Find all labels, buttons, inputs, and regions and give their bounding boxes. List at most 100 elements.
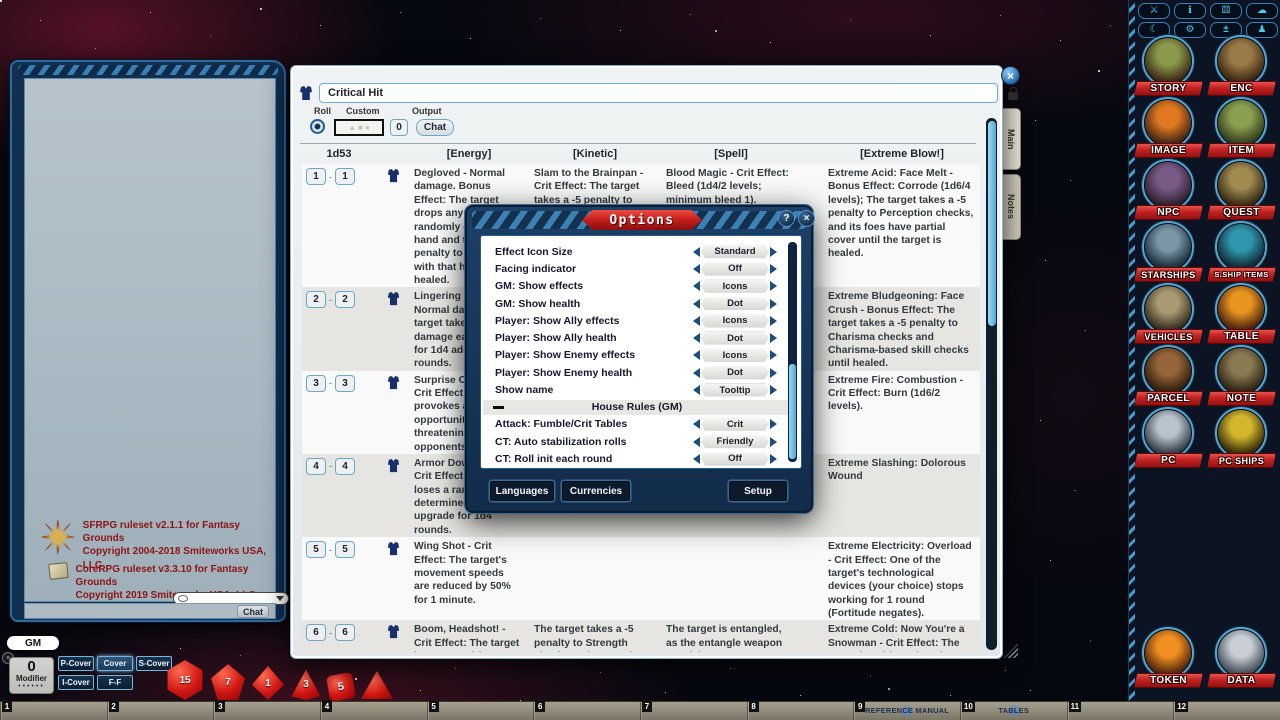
hotkey-slot-11[interactable]: 11 (1067, 702, 1174, 720)
close-icon[interactable]: × (1001, 66, 1020, 85)
sidebar-button-table[interactable]: TABLE (1205, 283, 1278, 345)
cycler-right-arrow-icon[interactable] (770, 454, 777, 464)
sidebar-button-pc-ships[interactable]: PC SHIPS (1205, 407, 1278, 469)
table-row-link-icon[interactable] (386, 541, 401, 556)
help-icon[interactable]: ? (778, 210, 795, 227)
cycler-right-arrow-icon[interactable] (770, 316, 777, 326)
cycler-right-arrow-icon[interactable] (770, 368, 777, 378)
table-row-link-icon[interactable] (386, 458, 401, 473)
option-cycler[interactable]: Standard (693, 245, 777, 258)
chat-entry-strip[interactable]: Chat (24, 603, 276, 619)
p-cover-button[interactable]: P-Cover (58, 656, 94, 671)
cycler-left-arrow-icon[interactable] (693, 385, 700, 395)
sidebar-button-data[interactable]: DATA (1205, 627, 1278, 689)
i-cover-button[interactable]: I-Cover (58, 675, 94, 690)
scrollbar-thumb[interactable] (789, 364, 796, 459)
dice-tower-button[interactable]: ⚄ (1210, 3, 1242, 19)
cycler-left-arrow-icon[interactable] (693, 264, 700, 274)
cycler-left-arrow-icon[interactable] (693, 247, 700, 257)
range-from[interactable]: 4 (306, 458, 326, 475)
table-scrollbar[interactable] (986, 118, 997, 650)
hotkey-slot-3[interactable]: 3 (213, 702, 320, 720)
tab-main[interactable]: Main (1002, 108, 1021, 170)
cycler-left-arrow-icon[interactable] (693, 350, 700, 360)
table-title-field[interactable]: Critical Hit (319, 83, 998, 103)
f-f-button[interactable]: F-F (97, 675, 133, 690)
lock-icon[interactable] (1008, 92, 1018, 100)
option-cycler[interactable]: Icons (693, 349, 777, 362)
cycler-right-arrow-icon[interactable] (770, 333, 777, 343)
range-from[interactable]: 6 (306, 624, 326, 641)
option-cycler[interactable]: Off (693, 262, 777, 275)
option-cycler[interactable]: Tooltip (693, 384, 777, 397)
range-from[interactable]: 5 (306, 541, 326, 558)
languages-button[interactable]: Languages (490, 481, 554, 501)
chat-log[interactable]: SFRPG ruleset v2.1.1 for Fantasy Grounds… (24, 78, 276, 602)
sidebar-button-s-ship-items[interactable]: S.SHIP ITEMS (1205, 221, 1278, 283)
sidebar-button-image[interactable]: IMAGE (1132, 97, 1205, 159)
d6-die[interactable]: 5 (328, 674, 354, 700)
cycler-left-arrow-icon[interactable] (693, 419, 700, 429)
custom-dice-slots[interactable]: ▲■● (334, 119, 384, 136)
cycler-right-arrow-icon[interactable] (770, 264, 777, 274)
d20-die[interactable]: 15 (166, 660, 204, 700)
custom-modifier-field[interactable]: 0 (390, 119, 408, 136)
option-cycler[interactable]: Dot (693, 332, 777, 345)
cycler-left-arrow-icon[interactable] (693, 299, 700, 309)
cycler-right-arrow-icon[interactable] (770, 299, 777, 309)
cycler-right-arrow-icon[interactable] (770, 247, 777, 257)
hotkey-slot-12[interactable]: 12 (1173, 702, 1280, 720)
hotkey-slot-10[interactable]: 10 TABLES (960, 702, 1067, 720)
d10-die[interactable]: 1 (252, 666, 284, 700)
range-to[interactable]: 5 (335, 541, 355, 558)
sidebar-button-parcel[interactable]: PARCEL (1132, 345, 1205, 407)
sidebar-button-npc[interactable]: NPC (1132, 159, 1205, 221)
sidebar-button-enc[interactable]: ENC (1205, 35, 1278, 97)
range-from[interactable]: 3 (306, 375, 326, 392)
hotkey-slot-9[interactable]: 9 REFERENCE MANUAL (853, 702, 960, 720)
cycler-right-arrow-icon[interactable] (770, 419, 777, 429)
range-to[interactable]: 6 (335, 624, 355, 641)
d4-die[interactable] (361, 671, 393, 700)
table-row-link-icon[interactable] (386, 624, 401, 639)
hotkey-slot-2[interactable]: 2 (107, 702, 214, 720)
option-cycler[interactable]: Friendly (693, 435, 777, 448)
chat-tab[interactable]: Chat (237, 605, 269, 618)
cycler-left-arrow-icon[interactable] (693, 316, 700, 326)
d8-die[interactable]: 3 (291, 669, 321, 700)
option-cycler[interactable]: Dot (693, 297, 777, 310)
options-scrollbar[interactable] (788, 242, 797, 462)
cycler-right-arrow-icon[interactable] (770, 281, 777, 291)
cycler-right-arrow-icon[interactable] (770, 350, 777, 360)
cover-button[interactable]: Cover (97, 656, 133, 671)
option-cycler[interactable]: Off (693, 452, 777, 465)
tab-notes[interactable]: Notes (1002, 174, 1021, 240)
option-cycler[interactable]: Crit (693, 418, 777, 431)
combat-tracker-button[interactable]: ⚔ (1138, 3, 1170, 19)
gm-identity-label[interactable]: GM (7, 636, 59, 650)
hotkey-slot-5[interactable]: 5 (427, 702, 534, 720)
option-cycler[interactable]: Icons (693, 280, 777, 293)
hotkey-slot-6[interactable]: 6 (533, 702, 640, 720)
hotkey-slot-4[interactable]: 4 (320, 702, 427, 720)
d12-die[interactable]: 7 (211, 664, 245, 700)
cycler-right-arrow-icon[interactable] (770, 437, 777, 447)
currencies-button[interactable]: Currencies (562, 481, 630, 501)
range-to[interactable]: 2 (335, 291, 355, 308)
cycler-right-arrow-icon[interactable] (770, 385, 777, 395)
cycler-left-arrow-icon[interactable] (693, 281, 700, 291)
sidebar-button-vehicles[interactable]: VEHICLES (1132, 283, 1205, 345)
table-row-link-icon[interactable] (386, 375, 401, 390)
sidebar-button-pc[interactable]: PC (1132, 407, 1205, 469)
cycler-left-arrow-icon[interactable] (693, 333, 700, 343)
range-from[interactable]: 1 (306, 168, 326, 185)
range-to[interactable]: 4 (335, 458, 355, 475)
table-row-link-icon[interactable] (386, 168, 401, 183)
range-from[interactable]: 2 (306, 291, 326, 308)
sidebar-button-starships[interactable]: STARSHIPS (1132, 221, 1205, 283)
party-sheet-button[interactable]: ℹ (1174, 3, 1206, 19)
tokens-button[interactable]: ☁ (1246, 3, 1278, 19)
close-icon[interactable]: × (798, 210, 815, 227)
cycler-left-arrow-icon[interactable] (693, 454, 700, 464)
scrollbar-thumb[interactable] (988, 121, 996, 326)
